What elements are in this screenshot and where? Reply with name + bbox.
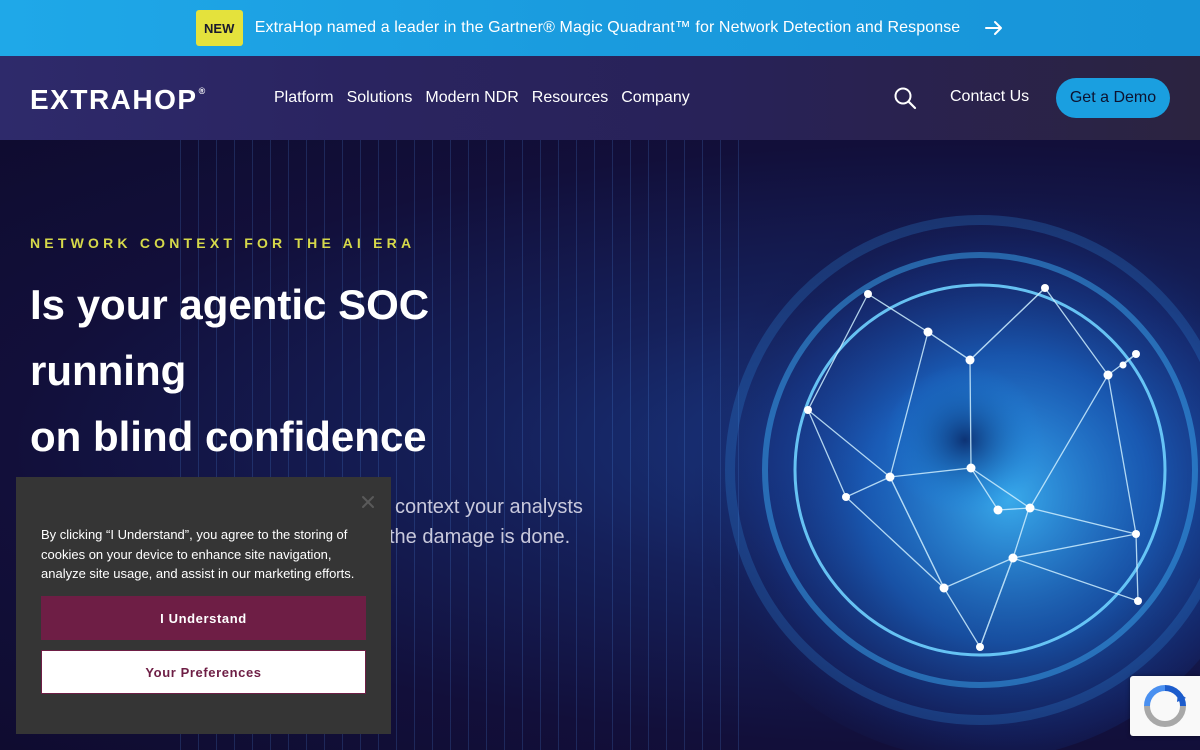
close-icon[interactable] xyxy=(361,495,375,509)
arrow-right-icon[interactable] xyxy=(984,18,1004,38)
nav-item-company[interactable]: Company xyxy=(621,89,689,107)
cookie-consent-text: By clicking “I Understand”, you agree to… xyxy=(41,527,355,581)
main-nav: EXTRAHOP® Platform Solutions Modern NDR … xyxy=(0,56,1200,140)
nav-item-platform[interactable]: Platform xyxy=(274,89,334,107)
get-a-demo-button[interactable]: Get a Demo xyxy=(1056,78,1170,118)
announcement-message[interactable]: ExtraHop named a leader in the Gartner® … xyxy=(255,19,961,37)
nav-item-solutions[interactable]: Solutions xyxy=(347,89,413,107)
extrahop-logo[interactable]: EXTRAHOP® xyxy=(30,84,207,116)
recaptcha-badge[interactable] xyxy=(1130,676,1200,736)
your-preferences-button[interactable]: Your Preferences xyxy=(41,650,366,694)
headline-line: on blind confidence xyxy=(30,413,427,460)
search-icon[interactable] xyxy=(893,86,917,110)
nav-item-resources[interactable]: Resources xyxy=(532,89,608,107)
new-badge: NEW xyxy=(195,10,243,46)
i-understand-button[interactable]: I Understand xyxy=(41,596,366,640)
announcement-bar[interactable]: NEW ExtraHop named a leader in the Gartn… xyxy=(0,0,1200,56)
cookie-consent-dialog: By clicking “I Understand”, you agree to… xyxy=(16,477,391,734)
recaptcha-icon xyxy=(1144,685,1186,727)
nav-item-modern-ndr[interactable]: Modern NDR xyxy=(425,89,518,107)
headline-line: Is your agentic SOC running xyxy=(30,281,430,394)
contact-us-link[interactable]: Contact Us xyxy=(950,88,1029,106)
hero-eyebrow: NETWORK CONTEXT FOR THE AI ERA xyxy=(30,235,416,251)
nav-menu: Platform Solutions Modern NDR Resources … xyxy=(274,56,690,140)
network-sphere-graphic xyxy=(690,180,1200,750)
